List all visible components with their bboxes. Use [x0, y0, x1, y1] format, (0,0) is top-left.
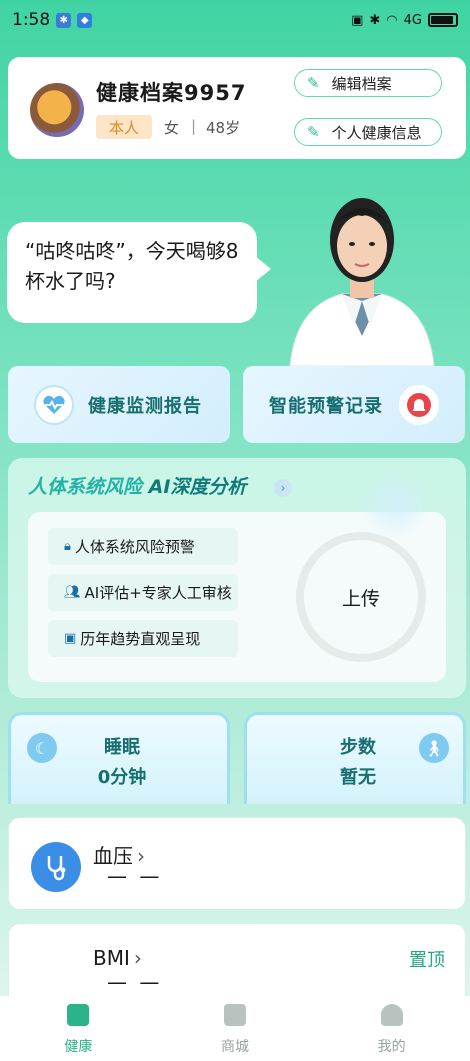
risk-feature-label: 历年趋势直观呈现: [80, 630, 201, 648]
risk-feature-item: 👥︎ AI评估+专家人工审核: [48, 574, 238, 611]
risk-feature-label: 人体系统风险预警: [74, 538, 195, 556]
pencil-icon: ✎: [307, 74, 320, 92]
self-tag: 本人: [96, 115, 152, 139]
doctor-illustration: [289, 198, 435, 366]
heart-pulse-icon: [34, 384, 74, 425]
nav-item-me[interactable]: 我的: [313, 996, 470, 1061]
health-report-button[interactable]: 健康监测报告: [8, 366, 230, 443]
shield-badge-icon: ◆: [77, 12, 93, 28]
risk-feature-label: AI评估+专家人工审核: [84, 584, 232, 602]
nfc-icon: ▣: [351, 12, 364, 28]
risk-feature-item: 🔒︎ 人体系统风险预警: [48, 528, 238, 565]
shopping-bag-icon: [224, 1004, 246, 1026]
sleep-card[interactable]: ☾ 睡眠 0分钟: [8, 712, 230, 804]
user-icon: [380, 1004, 403, 1026]
risk-title: 人体系统风险 AI深度分析: [28, 472, 246, 499]
bmi-title: BMI ›: [93, 946, 142, 970]
calendar-icon: ▣: [64, 631, 77, 646]
risk-title-part-b: AI深度分析: [148, 476, 247, 498]
smart-warning-button[interactable]: 智能预警记录: [243, 366, 465, 443]
nav-item-health[interactable]: 健康: [0, 996, 157, 1061]
status-bar: 1:58 ✱ ◆ ▣ ✱ ◠ 4G: [0, 0, 470, 40]
gender-text: 女: [164, 119, 180, 137]
profile-name: 健康档案9957: [96, 81, 247, 105]
nav-item-mall[interactable]: 商城: [157, 996, 314, 1061]
bmi-label: BMI: [93, 946, 130, 970]
risk-title-part-a: 人体系统风险: [28, 476, 143, 498]
bluetooth-icon: ✱: [369, 12, 381, 28]
personal-health-info-label: 个人健康信息: [331, 123, 422, 142]
health-report-label: 健康监测报告: [88, 395, 202, 417]
bottom-nav: 健康 商城 我的: [0, 996, 470, 1061]
battery-icon: [428, 13, 458, 27]
profile-card: 健康档案9957 本人 女 | 48岁 ✎ 编辑档案 ✎ 个人健康信息: [8, 57, 466, 159]
smart-warning-label: 智能预警记录: [269, 395, 383, 417]
blood-pressure-value: — —: [107, 864, 163, 888]
risk-feature-item: ▣ 历年趋势直观呈现: [48, 620, 238, 657]
upload-button[interactable]: 上传: [296, 532, 426, 662]
pin-to-top-button[interactable]: 置顶: [409, 946, 445, 972]
bmi-value: — —: [107, 970, 163, 994]
age-text: 48岁: [206, 119, 241, 137]
pencil-icon: ✎: [307, 123, 320, 141]
sleep-value: 0分钟: [97, 767, 147, 788]
shield-decoration-icon: [360, 470, 430, 540]
signal-icon: 4G: [403, 12, 422, 28]
steps-card[interactable]: 🚶︎ 步数 暂无: [244, 712, 466, 804]
health-icon: [67, 1004, 90, 1026]
info-separator: |: [191, 117, 197, 135]
chevron-right-icon[interactable]: ›: [274, 479, 292, 497]
personal-health-info-button[interactable]: ✎ 个人健康信息: [294, 118, 442, 146]
alarm-bell-icon: [399, 384, 439, 425]
edit-profile-label: 编辑档案: [331, 74, 392, 93]
stethoscope-icon: [31, 842, 81, 892]
edit-profile-button[interactable]: ✎ 编辑档案: [294, 69, 442, 97]
chevron-right-icon: ›: [133, 946, 142, 970]
lock-icon: 🔒︎: [64, 539, 71, 554]
status-time: 1:58: [12, 10, 51, 30]
users-icon: 👥︎: [64, 585, 81, 600]
status-icons: ▣ ✱ ◠ 4G: [351, 13, 458, 28]
speech-bubble: “咕咚咕咚”，今天喝够8杯水了吗?: [7, 222, 271, 323]
nav-label: 我的: [377, 1039, 406, 1055]
bluetooth-badge-icon: ✱: [56, 12, 72, 28]
steps-value: 暂无: [340, 767, 376, 788]
steps-label: 步数: [340, 737, 376, 758]
sleep-label: 睡眠: [104, 737, 140, 758]
blood-pressure-card[interactable]: 血压 › — —: [8, 817, 466, 910]
avatar[interactable]: [30, 83, 84, 137]
wifi-icon: ◠: [386, 12, 398, 28]
nav-label: 健康: [64, 1039, 93, 1055]
nav-label: 商城: [221, 1039, 249, 1055]
